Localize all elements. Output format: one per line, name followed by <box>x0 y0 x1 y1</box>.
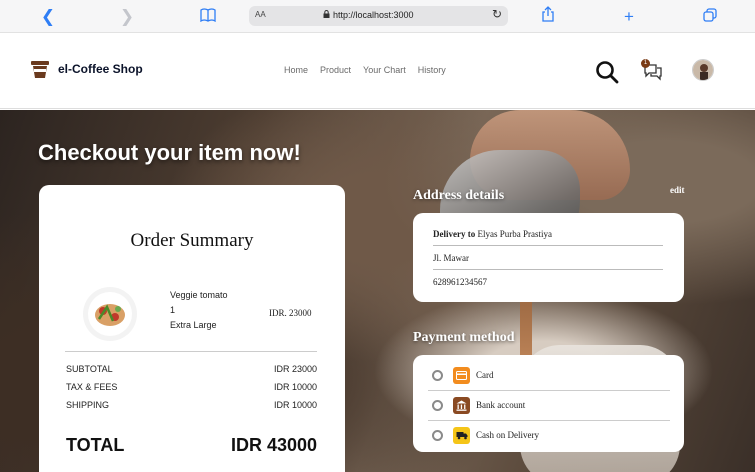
chat-badge: 1 <box>641 59 650 68</box>
share-icon[interactable] <box>537 6 559 28</box>
total-value: IDR 43000 <box>230 435 317 455</box>
back-icon[interactable]: ❮ <box>37 6 59 28</box>
order-summary-title: Order Summary <box>130 230 254 251</box>
street-address: Jl. Mawar <box>433 253 469 263</box>
browser-toolbar: ❮ ❯ AA http://localhost:3000 ↻ + <box>0 0 755 33</box>
payment-option-cod[interactable]: Cash on Delivery <box>413 420 684 450</box>
brand-name: el-Coffee Shop <box>58 62 143 76</box>
coffee-cup-logo-icon <box>31 61 49 78</box>
subtotal-row: SUBTOTAL IDR 23000 <box>66 364 317 382</box>
item-quantity: 1 <box>170 305 176 315</box>
order-summary-card: Order Summary Veggie tomato 1 Extra Larg… <box>39 185 345 472</box>
nav-home[interactable]: Home <box>284 65 308 75</box>
recipient-name: Elyas Purba Prastiya <box>477 229 552 239</box>
delivery-line: Delivery to Elyas Purba Prastiya <box>433 229 663 239</box>
edit-address-link[interactable]: edit <box>670 185 685 195</box>
order-item-info: Veggie tomato 1 Extra Large <box>170 288 228 333</box>
radio-button[interactable] <box>432 399 443 411</box>
radio-button[interactable] <box>432 429 443 441</box>
brand[interactable]: el-Coffee Shop <box>30 59 143 79</box>
delivery-prefix: Delivery to <box>433 229 476 239</box>
item-price: IDR. 23000 <box>269 308 312 318</box>
payment-label: Bank account <box>476 400 526 410</box>
lock-icon <box>323 10 330 18</box>
address-details-title: Address details <box>413 188 505 203</box>
nav-history[interactable]: History <box>418 65 446 75</box>
address-bar[interactable]: AA http://localhost:3000 ↻ <box>249 6 508 26</box>
tax-fees-row: TAX & FEES IDR 10000 <box>66 382 317 400</box>
total-row: TOTAL IDR 43000 <box>66 435 317 456</box>
checkout-hero: Checkout your item now! Order Summary Ve… <box>0 110 755 472</box>
card-icon <box>453 366 470 384</box>
reload-icon[interactable]: ↻ <box>492 7 502 21</box>
payment-card: Card Bank account Cash on Delivery <box>413 355 684 452</box>
truck-icon <box>453 426 470 444</box>
phone-number: 628961234567 <box>433 277 487 287</box>
nav-product[interactable]: Product <box>320 65 351 75</box>
row-value: IDR 10000 <box>273 382 317 392</box>
row-label: SHIPPING <box>66 400 110 410</box>
address-card: Delivery to Elyas Purba Prastiya Jl. Maw… <box>413 213 684 302</box>
row-label: TAX & FEES <box>66 382 118 392</box>
page-title: Checkout your item now! <box>38 140 301 165</box>
food-image <box>83 287 137 341</box>
tabs-overview-icon[interactable] <box>699 6 721 28</box>
avatar[interactable] <box>692 59 714 81</box>
payment-option-card[interactable]: Card <box>413 360 684 390</box>
bank-icon <box>453 396 470 414</box>
row-label: SUBTOTAL <box>66 364 113 374</box>
cost-breakdown: SUBTOTAL IDR 23000 TAX & FEES IDR 10000 … <box>66 364 317 418</box>
text-size-button[interactable]: AA <box>255 10 266 19</box>
payment-label: Card <box>476 370 494 380</box>
url-text: http://localhost:3000 <box>333 10 414 20</box>
search-icon[interactable] <box>595 60 619 84</box>
item-size: Extra Large <box>170 320 217 330</box>
bookmarks-icon[interactable] <box>197 6 219 28</box>
new-tab-icon[interactable]: + <box>618 6 640 28</box>
row-value: IDR 23000 <box>273 364 317 374</box>
app-navbar: el-Coffee Shop Home Product Your Chart H… <box>0 33 755 109</box>
divider <box>65 351 317 352</box>
divider <box>433 245 663 246</box>
item-name: Veggie tomato <box>170 290 228 300</box>
payment-method-title: Payment method <box>413 330 515 345</box>
main-menu: Home Product Your Chart History <box>284 65 446 75</box>
divider <box>433 269 663 270</box>
shipping-row: SHIPPING IDR 10000 <box>66 400 317 418</box>
radio-button[interactable] <box>432 369 443 381</box>
payment-option-bank[interactable]: Bank account <box>413 390 684 420</box>
payment-label: Cash on Delivery <box>476 430 539 440</box>
row-value: IDR 10000 <box>273 400 317 410</box>
forward-icon[interactable]: ❯ <box>116 6 138 28</box>
total-label: TOTAL <box>66 435 125 455</box>
nav-your-chart[interactable]: Your Chart <box>363 65 406 75</box>
